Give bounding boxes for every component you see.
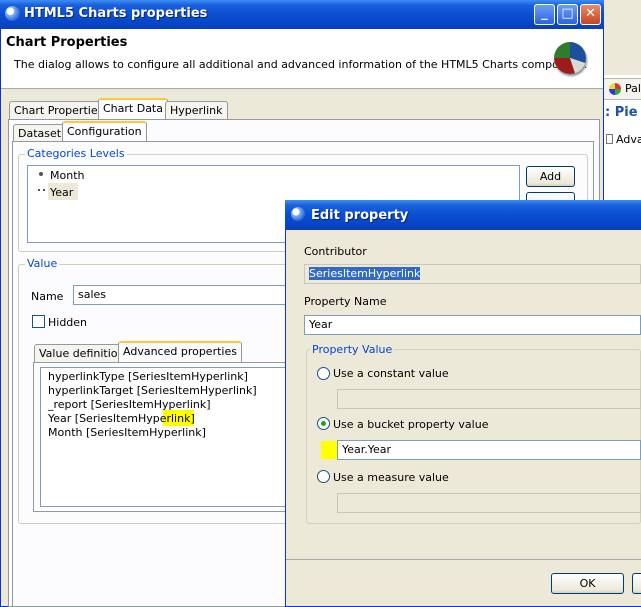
list-item[interactable]: Month [50,169,84,182]
advanced-label: Adva [616,133,641,146]
property-value-title: Property Value [310,343,395,356]
header-title: Chart Properties [6,35,128,50]
measure-value-label: Use a measure value [333,471,449,484]
tab-hyperlink[interactable]: Hyperlink [165,101,228,120]
measure-value-radio[interactable] [317,470,330,483]
tab-configuration[interactable]: Configuration [62,121,147,142]
bucket-property-input[interactable]: Year.Year [337,440,641,460]
add-button[interactable]: Add [526,166,575,187]
hidden-label: Hidden [48,316,88,329]
contributor-value: SeriesItemHyperlink [309,267,421,280]
bucket-property-radio[interactable] [317,417,330,430]
constant-value-radio[interactable] [317,367,330,380]
tab-chart-properties[interactable]: Chart Properties [9,101,109,120]
list-item[interactable]: Year [SeriesItemHyperlink] [48,412,195,425]
bucket-property-label: Use a bucket property value [333,418,489,431]
header-description: The dialog allows to configure all addit… [14,58,588,71]
cancel-button[interactable] [632,573,641,594]
tab-chart-data[interactable]: Chart Data [98,98,168,119]
property-name-input[interactable]: Year [304,315,641,335]
hidden-checkbox[interactable] [32,315,45,328]
minimize-button[interactable]: _ [534,4,555,25]
tab-value-definition[interactable]: Value definition [34,344,130,363]
list-item[interactable]: Year [50,186,73,199]
app-icon [291,207,305,221]
property-name-label: Property Name [304,295,387,308]
contributor-label: Contributor [304,245,367,258]
ok-button[interactable]: OK [551,573,624,594]
palette-icon [609,83,621,95]
list-item[interactable]: hyperlinkType [SeriesItemHyperlink] [48,370,248,383]
constant-value-input [337,389,641,409]
document-icon [606,134,613,144]
value-group-title: Value [25,257,60,270]
measure-value-input [337,493,641,513]
tab-advanced-properties[interactable]: Advanced properties [118,341,242,362]
separator [286,559,641,560]
name-label: Name [31,290,64,303]
pie-chart-icon [554,42,586,74]
dialog-title: HTML5 Charts properties [24,6,208,21]
list-item[interactable]: hyperlinkTarget [SeriesItemHyperlink] [48,384,257,397]
app-icon [5,6,20,21]
close-button[interactable]: ✕ [580,4,601,25]
editor-title: : Pie [605,105,638,120]
categories-levels-title: Categories Levels [25,147,127,160]
bullet-icon [38,189,45,193]
maximize-button[interactable]: □ [557,4,578,25]
list-item[interactable]: Month [SeriesItemHyperlink] [48,426,206,439]
constant-value-label: Use a constant value [333,367,449,380]
edit-property-title: Edit property [311,208,409,223]
bullet-icon [39,172,43,176]
contributor-field: SeriesItemHyperlink [304,264,641,284]
palette-label: Pale [625,82,641,95]
